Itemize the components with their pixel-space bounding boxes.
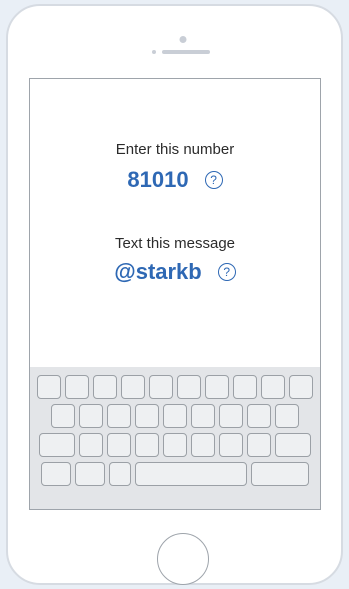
keyboard-row	[30, 433, 320, 457]
keyboard-key[interactable]	[135, 433, 159, 457]
help-icon[interactable]: ?	[217, 263, 236, 281]
keyboard-key[interactable]	[65, 375, 89, 399]
keyboard-key[interactable]	[219, 433, 243, 457]
keyboard-key[interactable]	[107, 404, 131, 428]
keyboard-key[interactable]	[107, 433, 131, 457]
keyboard	[30, 367, 320, 509]
keyword-value: @starkb	[114, 259, 202, 284]
keyboard-key[interactable]	[205, 375, 229, 399]
keyboard-key[interactable]	[177, 375, 201, 399]
keyboard-key[interactable]	[79, 404, 103, 428]
keyboard-key[interactable]	[93, 375, 117, 399]
return-key[interactable]	[251, 462, 309, 486]
home-button[interactable]	[157, 533, 209, 585]
keyboard-key[interactable]	[121, 375, 145, 399]
space-key[interactable]	[135, 462, 247, 486]
keyboard-key[interactable]	[163, 433, 187, 457]
keyboard-key[interactable]	[289, 375, 313, 399]
keyboard-key[interactable]	[219, 404, 243, 428]
emoji-key[interactable]	[75, 462, 105, 486]
backspace-key[interactable]	[275, 433, 311, 457]
keyboard-key[interactable]	[233, 375, 257, 399]
keyboard-key[interactable]	[191, 433, 215, 457]
keyboard-key[interactable]	[247, 433, 271, 457]
keyboard-key[interactable]	[247, 404, 271, 428]
keyboard-row	[30, 375, 320, 399]
help-icon[interactable]: ?	[204, 171, 223, 189]
number-row: 81010 ?	[30, 167, 320, 193]
speaker-icon	[162, 50, 210, 54]
dictation-key[interactable]	[109, 462, 131, 486]
sensor-icon	[152, 50, 156, 54]
keyboard-key[interactable]	[261, 375, 285, 399]
number-label: Enter this number	[115, 141, 235, 158]
keyboard-key[interactable]	[191, 404, 215, 428]
camera-icon	[179, 36, 187, 43]
phone-screen: Enter this number 81010 ? Text this mess…	[29, 78, 321, 510]
keyboard-key[interactable]	[135, 404, 159, 428]
keyboard-row	[30, 462, 320, 486]
keyboard-key[interactable]	[51, 404, 75, 428]
keyboard-row	[30, 404, 320, 428]
keyboard-key[interactable]	[79, 433, 103, 457]
message-row: @starkb ?	[30, 259, 320, 285]
keyboard-key[interactable]	[163, 404, 187, 428]
keyboard-key[interactable]	[37, 375, 61, 399]
shift-key[interactable]	[39, 433, 75, 457]
keyboard-key[interactable]	[275, 404, 299, 428]
short-code-value: 81010	[127, 167, 189, 192]
message-label: Text this message	[114, 235, 236, 252]
numbers-key[interactable]	[41, 462, 71, 486]
keyboard-key[interactable]	[149, 375, 173, 399]
